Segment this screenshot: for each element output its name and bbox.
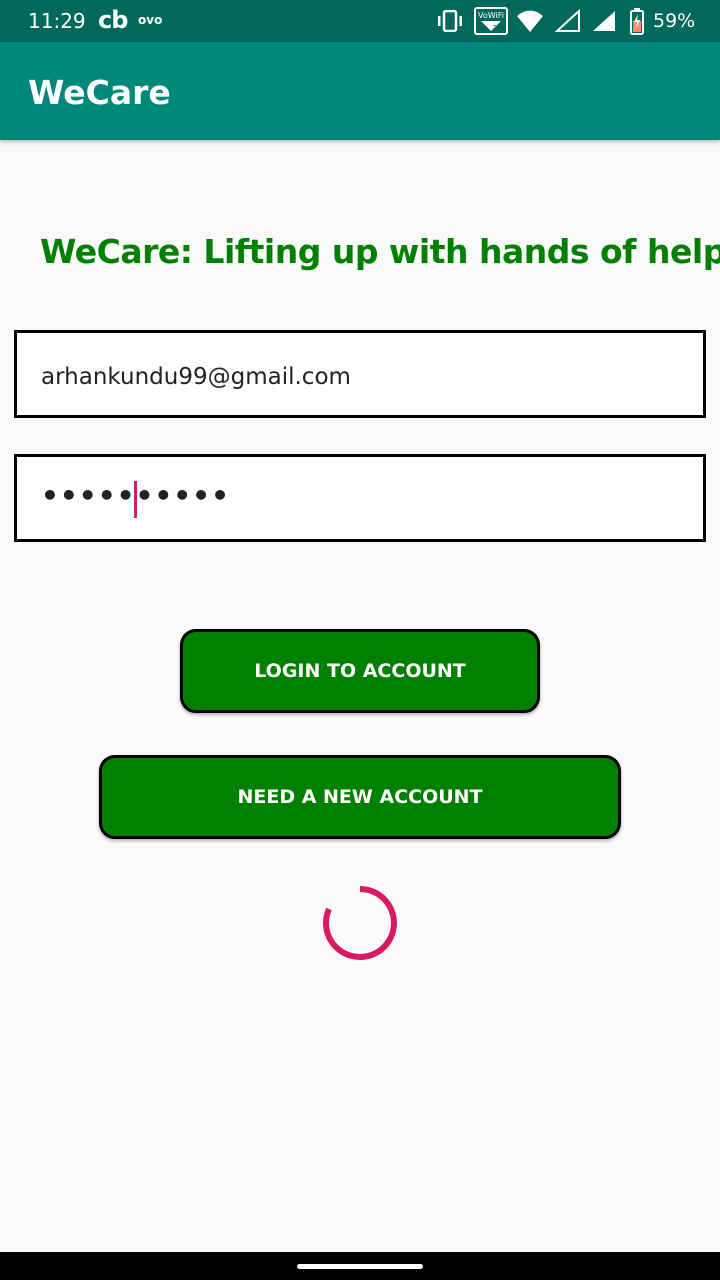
svg-text:VoWiFi: VoWiFi: [478, 11, 504, 20]
text-cursor: [134, 481, 137, 518]
navigation-bar: [0, 1252, 720, 1280]
wifi-icon: [517, 10, 543, 32]
new-account-button[interactable]: NEED A NEW ACCOUNT: [99, 755, 621, 839]
email-value: arhankundu99@gmail.com: [41, 364, 351, 390]
ovo-app-icon: ovo: [138, 13, 163, 27]
cb-app-icon: cb: [98, 6, 128, 34]
status-bar: 11:29 cb ovo VoWiFi 2 59%: [0, 0, 720, 42]
status-time: 11:29: [28, 9, 86, 33]
email-field[interactable]: arhankundu99@gmail.com: [14, 330, 706, 418]
home-gesture-handle[interactable]: [297, 1264, 423, 1269]
svg-text:2: 2: [492, 24, 497, 33]
vowifi-icon: VoWiFi 2: [474, 7, 508, 35]
password-field[interactable]: ••••••••••: [14, 454, 706, 542]
app-bar: WeCare: [0, 42, 720, 140]
page-headline: WeCare: Lifting up with hands of help: [40, 232, 720, 271]
battery-icon: [630, 8, 644, 35]
signal-empty-icon: [555, 9, 580, 32]
signal-full-icon: [593, 11, 615, 31]
loading-spinner-icon: [322, 886, 397, 960]
login-button[interactable]: LOGIN TO ACCOUNT: [180, 629, 540, 713]
app-title: WeCare: [28, 73, 171, 112]
battery-percent: 59%: [653, 10, 696, 32]
vibrate-icon: [438, 10, 462, 32]
